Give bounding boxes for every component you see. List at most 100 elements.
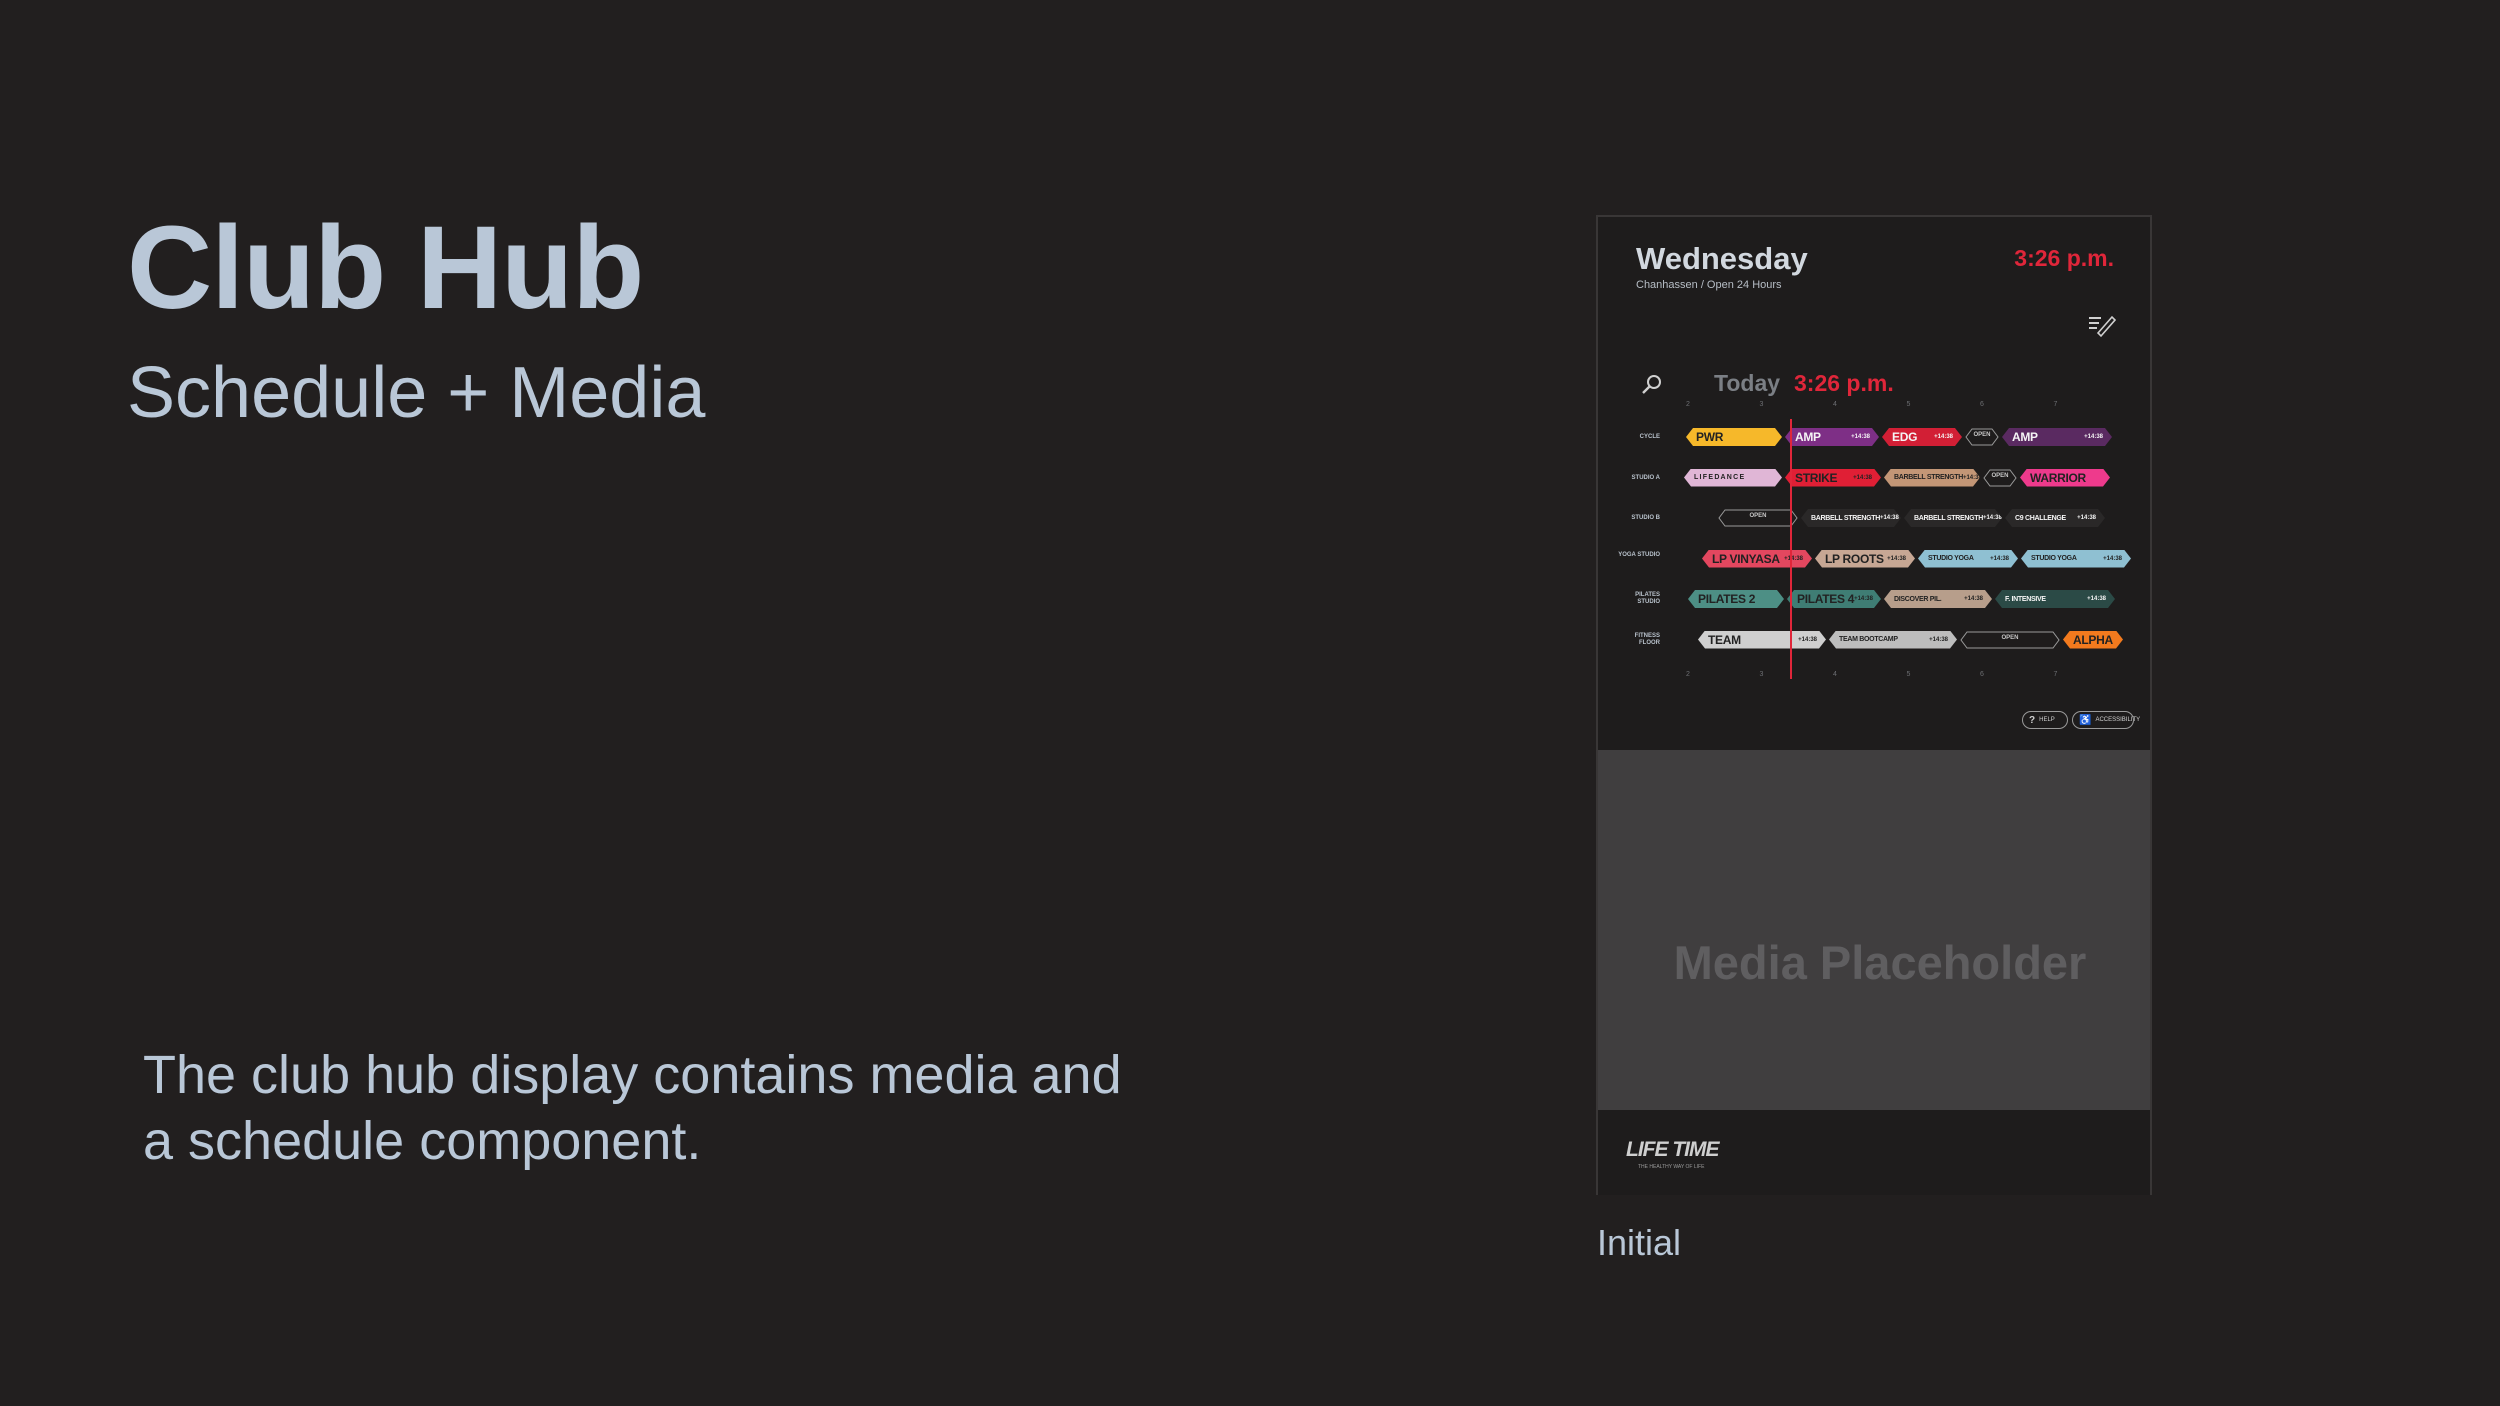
class-pill[interactable]: TEAM BOOTCAMP +14:38 <box>1829 631 1957 649</box>
class-pill[interactable]: BARBELL STRENGTH +14:38 <box>1801 509 1901 527</box>
class-time: +14:38 <box>1934 434 1953 440</box>
hour-tick: 3 <box>1759 671 1764 678</box>
open-slot[interactable]: OPEN <box>1983 469 2017 487</box>
day-title: Wednesday <box>1636 241 1808 276</box>
brand-tagline: THE HEALTHY WAY OF LIFE <box>1638 1164 1705 1170</box>
class-time: +14:38 <box>2103 555 2122 562</box>
class-name: BARBELL STRENGTH <box>1914 514 1983 522</box>
class-pill[interactable]: C9 CHALLENGE +14:38 <box>2005 509 2105 527</box>
class-time: +14:38 <box>1798 636 1817 643</box>
class-name: AMP <box>2012 430 2038 444</box>
class-pill[interactable]: STUDIO YOGA +14:38 <box>2021 550 2131 568</box>
current-time: 3:26 p.m. <box>2014 245 2114 271</box>
class-time: +14:38 <box>1964 596 1983 602</box>
hour-tick: 4 <box>1833 401 1837 408</box>
hour-ticks-top: 2 3 4 5 6 7 <box>1686 401 2086 411</box>
room-label: PILATES STUDIO <box>1635 592 1660 605</box>
class-name: PILATES 4 <box>1797 592 1855 606</box>
hour-tick: 4 <box>1833 671 1837 678</box>
accessibility-button[interactable]: ♿ ACCESSIBILITY <box>2072 711 2140 729</box>
hour-tick: 3 <box>1759 401 1764 408</box>
class-name: WARRIOR <box>2030 470 2086 485</box>
open-slot[interactable]: OPEN <box>1965 428 1999 446</box>
class-time: +14:38 <box>2084 434 2103 440</box>
class-pill[interactable]: TEAM +14:38 <box>1698 631 1826 649</box>
slide-description: The club hub display contains media and … <box>143 1045 1122 1171</box>
class-name: AMP <box>1795 430 1821 444</box>
hour-tick: 5 <box>1906 671 1911 678</box>
class-name: BARBELL STRENGTH <box>1894 474 1963 481</box>
class-pill[interactable]: PILATES 4 +14:38 <box>1787 590 1881 608</box>
class-pill[interactable]: L I F E D A N C E <box>1684 469 1782 487</box>
class-pill[interactable]: AMP +14:38 <box>2002 428 2112 446</box>
hour-ticks-bottom: 2 3 4 5 6 7 <box>1686 671 2086 681</box>
display-caption: Initial <box>1597 1222 1682 1263</box>
class-name: PWR <box>1696 430 1724 444</box>
filter-icon[interactable] <box>2086 309 2116 339</box>
hour-tick: 7 <box>2053 671 2058 678</box>
hour-tick: 7 <box>2053 401 2058 408</box>
room-label: STUDIO B <box>1631 515 1660 521</box>
class-time: +14:38 <box>1990 555 2009 562</box>
class-pill[interactable]: LP ROOTS +14:38 <box>1815 550 1915 568</box>
class-pill[interactable]: LP VINYASA +14:38 <box>1702 550 1812 568</box>
media-placeholder: Media Placeholder <box>1673 936 2087 989</box>
slide-title: Club Hub <box>127 202 644 334</box>
brand-logo: LIFE TIME <box>1626 1138 1719 1161</box>
open-slot[interactable]: OPEN <box>1960 631 2060 649</box>
open-slot-label: OPEN <box>1973 432 1991 438</box>
slide-subtitle: Schedule + Media <box>127 353 706 433</box>
open-slot[interactable]: OPEN <box>1718 509 1798 527</box>
class-pill[interactable]: DISCOVER PIL. +14:38 <box>1884 590 1992 608</box>
class-time: +14:38 <box>2087 596 2106 602</box>
class-pill[interactable]: PWR <box>1686 428 1782 446</box>
class-pill[interactable]: ALPHA <box>2063 631 2123 649</box>
help-label: HELP <box>2039 717 2055 723</box>
class-name: STRIKE <box>1795 470 1838 485</box>
class-name: PILATES 2 <box>1698 592 1756 606</box>
open-slot-label: OPEN <box>1749 513 1767 519</box>
class-time: +14:38 <box>1854 596 1873 602</box>
search-icon[interactable] <box>1640 372 1664 396</box>
question-icon: ? <box>2029 714 2036 726</box>
class-time: +14:38 <box>1929 636 1948 643</box>
open-slot-label: OPEN <box>2001 634 2019 641</box>
class-pill[interactable]: F. INTENSIVE +14:38 <box>1995 590 2115 608</box>
class-time: +14:38 <box>1851 434 1870 440</box>
club-hub-display: Wednesday Chanhassen / Open 24 Hours 3:2… <box>1596 215 2152 1195</box>
class-name: TEAM <box>1708 632 1741 647</box>
class-name: TEAM BOOTCAMP <box>1839 636 1898 643</box>
room-label: STUDIO A <box>1631 474 1660 481</box>
hour-tick: 2 <box>1686 671 1690 678</box>
room-label: FITNESS FLOOR <box>1634 632 1660 646</box>
class-name: C9 CHALLENGE <box>2015 514 2066 522</box>
class-name: STUDIO YOGA <box>2031 555 2077 562</box>
class-pill[interactable]: EDG +14:38 <box>1882 428 1962 446</box>
wheelchair-icon: ♿ <box>2079 714 2092 726</box>
today-label: Today <box>1714 370 1781 396</box>
class-time: +14:38 <box>1784 555 1803 562</box>
class-pill[interactable]: PILATES 2 <box>1688 590 1784 608</box>
class-pill[interactable]: BARBELL STRENGTH +14:38 <box>1904 509 2002 527</box>
class-pill[interactable]: STRIKE +14:38 <box>1785 469 1881 487</box>
display-footer: LIFE TIME THE HEALTHY WAY OF LIFE <box>1598 1110 2150 1195</box>
current-time-indicator <box>1790 419 1792 679</box>
class-time: +14:38 <box>1887 555 1906 562</box>
hour-tick: 2 <box>1686 401 1690 408</box>
accessibility-label: ACCESSIBILITY <box>2095 717 2141 723</box>
today-time: 3:26 p.m. <box>1794 370 1894 396</box>
class-pill[interactable]: BARBELL STRENGTH +14:38 <box>1884 469 1980 487</box>
location-hours: Chanhassen / Open 24 Hours <box>1636 279 1782 291</box>
help-button[interactable]: ? HELP <box>2022 711 2068 729</box>
class-name: F. INTENSIVE <box>2005 595 2046 603</box>
class-name: BARBELL STRENGTH <box>1811 514 1880 522</box>
class-pill[interactable]: WARRIOR <box>2020 469 2110 487</box>
class-name: STUDIO YOGA <box>1928 555 1974 562</box>
class-name: LP VINYASA <box>1712 551 1780 566</box>
class-name: L I F E D A N C E <box>1694 474 1744 481</box>
hour-tick: 6 <box>1980 671 1984 678</box>
schedule-component: Wednesday Chanhassen / Open 24 Hours 3:2… <box>1598 217 2150 750</box>
class-pill[interactable]: AMP +14:38 <box>1785 428 1879 446</box>
class-pill[interactable]: STUDIO YOGA +14:38 <box>1918 550 2018 568</box>
media-area: Media Placeholder <box>1598 750 2150 1110</box>
